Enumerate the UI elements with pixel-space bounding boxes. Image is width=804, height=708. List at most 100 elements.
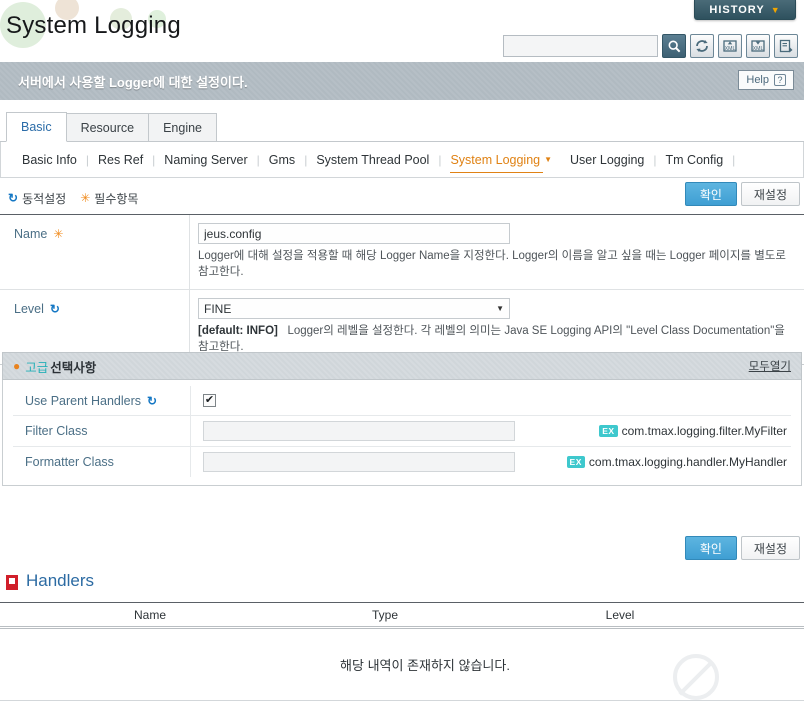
tab-basic[interactable]: Basic bbox=[6, 112, 67, 142]
advanced-label-filter-class: Filter Class bbox=[13, 416, 191, 446]
advanced-title-highlight: 고급 bbox=[25, 360, 49, 375]
advanced-section: ● 고급 선택사항 모두열기 Use Parent Handlers ↻ ✔ F… bbox=[0, 352, 804, 486]
bottom-action-buttons: 확인 재설정 bbox=[684, 536, 800, 560]
required-asterisk-icon: ✳ bbox=[53, 227, 64, 241]
example-text: com.tmax.logging.filter.MyFilter bbox=[621, 424, 787, 438]
column-header-level: Level bbox=[605, 607, 635, 622]
bulb-icon: ● bbox=[13, 359, 21, 373]
search-icon[interactable] bbox=[662, 34, 686, 58]
expand-all-link[interactable]: 모두열기 bbox=[749, 358, 791, 374]
refresh-icon[interactable] bbox=[690, 34, 714, 58]
confirm-button-bottom[interactable]: 확인 bbox=[684, 536, 737, 560]
handlers-table: Name Type Level 해당 내역이 존재하지 않습니다. bbox=[0, 602, 804, 701]
subnav-label: Naming Server bbox=[164, 152, 248, 167]
advanced-label-use-parent-handlers: Use Parent Handlers ↻ bbox=[13, 386, 191, 415]
example-badge: EX bbox=[599, 425, 618, 437]
tab-engine[interactable]: Engine bbox=[148, 113, 218, 141]
column-header-name: Name bbox=[133, 607, 166, 622]
level-select-value: FINE bbox=[204, 301, 232, 316]
handlers-title-row: Handlers bbox=[0, 566, 804, 596]
subnav-label: User Logging bbox=[570, 152, 645, 167]
page-root: System Logging HISTORY ▼ XML XML 서버에서 사용… bbox=[0, 0, 804, 708]
level-default-prefix: [default: INFO] bbox=[198, 325, 278, 337]
form-row-name: Name ✳ Logger에 대해 설정을 적용할 때 해당 Logger Na… bbox=[0, 215, 804, 290]
history-label: HISTORY bbox=[709, 3, 765, 16]
chevron-down-icon: ▼ bbox=[544, 155, 553, 164]
form-label-name: Name ✳ bbox=[0, 215, 190, 289]
level-select[interactable]: FINE ▼ bbox=[198, 298, 510, 319]
subnav-item-tm-config[interactable]: Tm Config bbox=[657, 153, 733, 167]
handlers-section-icon bbox=[6, 575, 18, 590]
search-input[interactable] bbox=[503, 35, 658, 57]
name-description: Logger에 대해 설정을 적용할 때 해당 Logger Name을 지정한… bbox=[198, 250, 786, 278]
xml-download-icon[interactable]: XML bbox=[746, 34, 770, 58]
name-input[interactable] bbox=[198, 223, 510, 244]
title-zone: System Logging HISTORY ▼ XML XML bbox=[0, 0, 804, 62]
advanced-header: ● 고급 선택사항 모두열기 bbox=[2, 352, 802, 380]
use-parent-handlers-checkbox[interactable]: ✔ bbox=[203, 394, 216, 407]
question-mark-icon: ? bbox=[774, 74, 786, 86]
export-icon[interactable] bbox=[774, 34, 798, 58]
example-badge: EX bbox=[566, 456, 585, 468]
advanced-control-use-parent-handlers: ✔ bbox=[191, 389, 791, 412]
subnav-label: Basic Info bbox=[22, 152, 77, 167]
subnav-label: System Logging bbox=[450, 152, 541, 167]
subnav-item-user-logging[interactable]: User Logging bbox=[561, 153, 653, 167]
advanced-control-filter-class: EX com.tmax.logging.filter.MyFilter bbox=[191, 416, 791, 446]
advanced-label-formatter-class: Formatter Class bbox=[13, 447, 191, 477]
history-button[interactable]: HISTORY ▼ bbox=[694, 0, 796, 20]
subnav-label: Res Ref bbox=[98, 152, 144, 167]
legend-required-label: 필수항목 bbox=[94, 191, 139, 206]
svg-text:XML: XML bbox=[725, 46, 736, 52]
help-button[interactable]: Help ? bbox=[738, 70, 794, 90]
form-control-name: Logger에 대해 설정을 적용할 때 해당 Logger Name을 지정한… bbox=[190, 215, 804, 289]
reset-button-bottom[interactable]: 재설정 bbox=[740, 536, 800, 560]
subnav-label: Gms bbox=[268, 152, 296, 167]
top-action-buttons: 확인 재설정 bbox=[684, 182, 800, 206]
subnav-item-naming-server[interactable]: Naming Server bbox=[155, 153, 256, 167]
handlers-title: Handlers bbox=[26, 571, 95, 590]
advanced-body: Use Parent Handlers ↻ ✔ Filter Class EX … bbox=[2, 380, 802, 486]
reset-button-top[interactable]: 재설정 bbox=[740, 182, 800, 206]
tab-label: Engine bbox=[163, 120, 203, 135]
subnav-item-system-logging[interactable]: System Logging ▼ bbox=[441, 152, 561, 173]
filter-class-example: EX com.tmax.logging.filter.MyFilter bbox=[599, 424, 791, 438]
label-text: Use Parent Handlers bbox=[25, 393, 142, 408]
subnav-item-res-ref[interactable]: Res Ref bbox=[89, 153, 152, 167]
legend-row: ↻ 동적설정 ✳ 필수항목 확인 재설정 bbox=[0, 182, 804, 214]
filter-class-input[interactable] bbox=[203, 421, 515, 441]
level-description-text: Logger의 레벨을 설정한다. 각 레벨의 의미는 Java SE Logg… bbox=[198, 325, 785, 353]
toolbar: XML XML bbox=[503, 34, 798, 58]
formatter-class-input[interactable] bbox=[203, 452, 515, 472]
advanced-control-formatter-class: EX com.tmax.logging.handler.MyHandler bbox=[191, 447, 791, 477]
column-header-type: Type bbox=[371, 607, 398, 622]
level-description: [default: INFO] Logger의 레벨을 설정한다. 각 레벨의 … bbox=[198, 323, 798, 355]
chevron-down-icon: ▼ bbox=[770, 4, 781, 15]
handlers-section: Handlers Name Type Level 해당 내역이 존재하지 않습니… bbox=[0, 566, 804, 701]
main-tabs: Basic Resource Engine bbox=[0, 110, 804, 142]
tab-resource[interactable]: Resource bbox=[65, 113, 150, 141]
help-label: Help bbox=[746, 74, 769, 86]
label-text: Level bbox=[14, 302, 44, 316]
dynamic-refresh-icon: ↻ bbox=[147, 393, 158, 408]
legend-dynamic-label: 동적설정 bbox=[22, 191, 67, 206]
refresh-icon: ↻ bbox=[8, 191, 19, 205]
svg-text:XML: XML bbox=[753, 46, 764, 52]
separator: | bbox=[732, 152, 736, 167]
description-banner: 서버에서 사용할 Logger에 대한 설정이다. Help ? bbox=[0, 62, 804, 100]
legend-dynamic: ↻ 동적설정 bbox=[8, 190, 66, 207]
no-data-icon bbox=[673, 654, 720, 700]
subnav-item-basic-info[interactable]: Basic Info bbox=[13, 153, 86, 167]
advanced-row-filter-class: Filter Class EX com.tmax.logging.filter.… bbox=[13, 416, 791, 447]
confirm-button-top[interactable]: 확인 bbox=[684, 182, 737, 206]
handlers-empty-message: 해당 내역이 존재하지 않습니다. bbox=[340, 658, 510, 673]
handlers-table-header: Name Type Level bbox=[0, 603, 804, 629]
subnav-item-gms[interactable]: Gms bbox=[260, 153, 304, 167]
formatter-class-example: EX com.tmax.logging.handler.MyHandler bbox=[566, 455, 791, 469]
xml-upload-icon[interactable]: XML bbox=[718, 34, 742, 58]
advanced-row-use-parent-handlers: Use Parent Handlers ↻ ✔ bbox=[13, 386, 791, 416]
advanced-row-formatter-class: Formatter Class EX com.tmax.logging.hand… bbox=[13, 447, 791, 477]
page-title: System Logging bbox=[6, 12, 181, 39]
subnav-item-system-thread-pool[interactable]: System Thread Pool bbox=[307, 153, 438, 167]
advanced-title-rest: 선택사항 bbox=[50, 360, 97, 375]
